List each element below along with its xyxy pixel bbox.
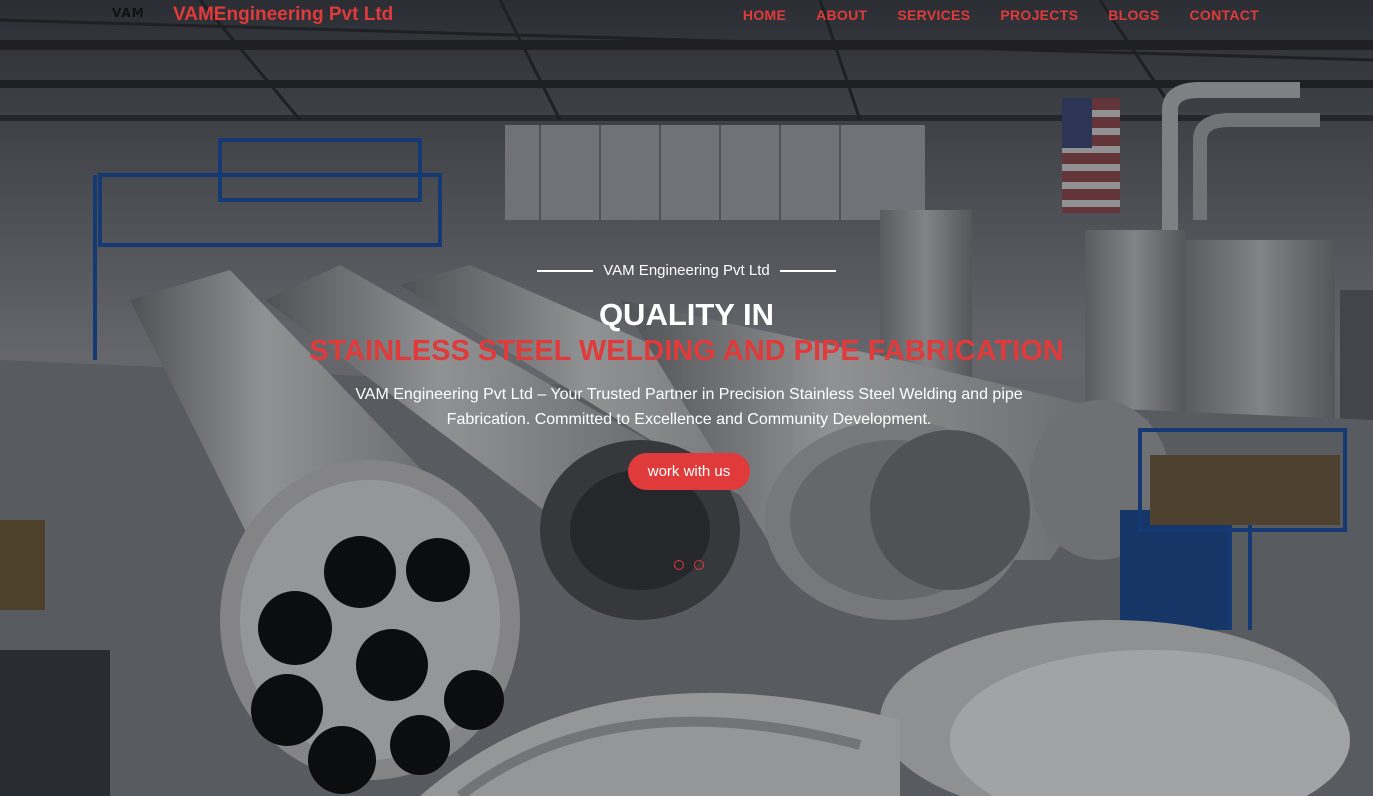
hero-title: QUALITY IN [598, 297, 775, 332]
work-with-us-button[interactable]: work with us [628, 453, 750, 490]
slider-dot-1[interactable] [674, 560, 684, 570]
eyebrow-row: VAM Engineering Pvt Ltd [0, 262, 1373, 279]
hero-section: VAM VAMEngineering Pvt Ltd HOME ABOUT SE… [0, 0, 1373, 796]
hero-content: VAM Engineering Pvt Ltd QUALITY IN STAIN… [0, 0, 1373, 796]
eyebrow-line-left [537, 269, 594, 272]
slider-dots [674, 560, 704, 570]
slider-dot-2[interactable] [694, 560, 704, 570]
hero-subtitle: STAINLESS STEEL WELDING AND PIPE FABRICA… [309, 335, 1064, 367]
eyebrow-line-right [779, 269, 836, 272]
hero-description: VAM Engineering Pvt Ltd – Your Trusted P… [355, 386, 1023, 428]
hero-eyebrow: VAM Engineering Pvt Ltd [603, 262, 770, 279]
